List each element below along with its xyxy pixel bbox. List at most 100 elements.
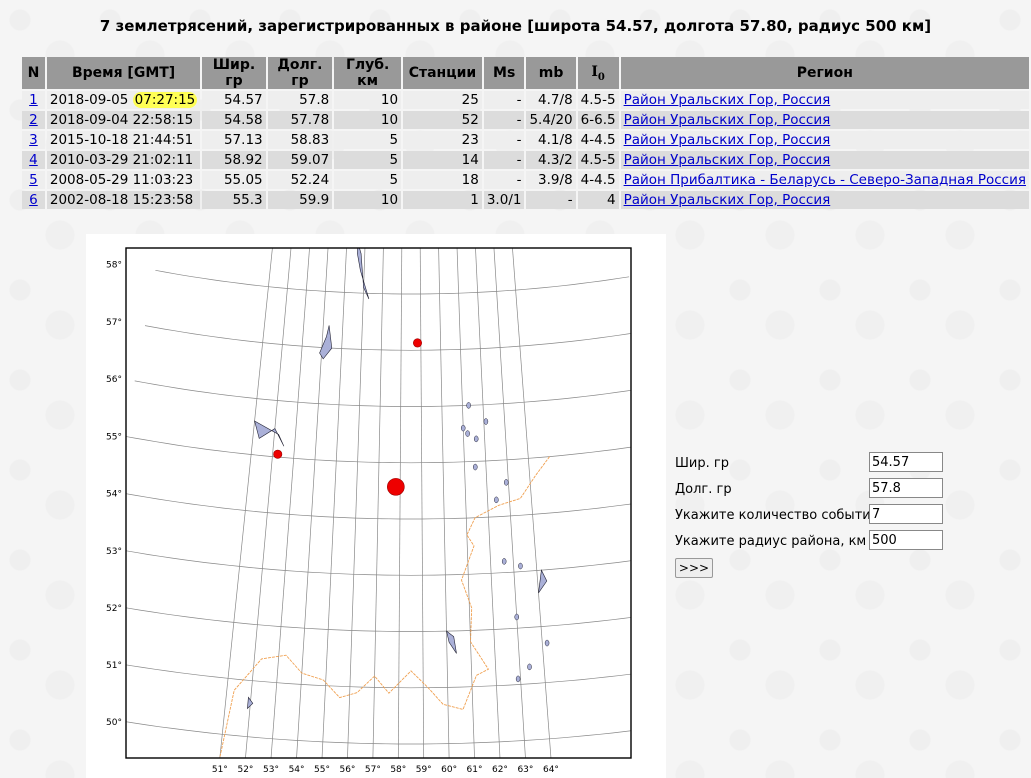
region-link[interactable]: Район Уральских Гор, Россия [624, 92, 831, 108]
cell-time: 2015-10-18 21:44:51 [46, 131, 201, 149]
lake [466, 402, 471, 409]
cell-n[interactable]: 3 [22, 131, 45, 149]
lon-tick-label: 60° [441, 765, 457, 775]
cell-lon: 58.83 [267, 131, 333, 149]
earthquake-marker [387, 478, 405, 496]
cell-time: 2018-09-05 07:27:15 [46, 91, 201, 109]
lon-tick-label: 52° [237, 765, 253, 775]
header-i0-subscript: 0 [597, 71, 605, 83]
header-i0: I0 [577, 57, 619, 89]
meridian-line [296, 248, 329, 758]
parallel-line [126, 721, 631, 745]
cell-region[interactable]: Район Уральских Гор, Россия [620, 91, 1029, 109]
meridian-line [475, 248, 501, 758]
water-body [538, 569, 548, 594]
event-link[interactable]: 4 [29, 152, 38, 168]
event-link[interactable]: 3 [29, 132, 38, 148]
table-row: 6 2002-08-18 15:23:58 55.3 59.9 10 1 3.0/1-4 Ра… [22, 191, 1029, 209]
cell-n[interactable]: 4 [22, 151, 45, 169]
header-time: Время [GMT] [46, 57, 201, 89]
lake [514, 613, 519, 621]
table-row: 3 2015-10-18 21:44:51 57.13 58.83 5 23-4.1/8 4… [22, 131, 1029, 149]
cell-lat: 58.92 [202, 151, 266, 169]
cell-lon: 59.07 [267, 151, 333, 169]
radius-input[interactable] [869, 530, 943, 550]
cell-n[interactable]: 1 [22, 91, 45, 109]
radius-label: Укажите радиус района, км [675, 534, 867, 549]
cell-region[interactable]: Район Уральских Гор, Россия [620, 131, 1029, 149]
lat-tick-label: 54° [106, 490, 122, 500]
cell-i0: 4.5-5 [577, 91, 619, 109]
cell-time: 2008-05-29 11:03:23 [46, 171, 201, 189]
count-input[interactable] [869, 504, 943, 524]
parallel-line [126, 493, 631, 520]
header-stations: Станции [403, 57, 482, 89]
cell-region[interactable]: Район Уральских Гор, Россия [620, 111, 1029, 129]
lat-label: Шир. гр [675, 456, 729, 471]
event-date: 2008-05-29 [49, 172, 129, 188]
parallel-line [126, 664, 631, 689]
lon-tick-label: 59° [416, 765, 432, 775]
meridian-line [438, 248, 450, 758]
meridian-line [456, 248, 475, 758]
lon-input[interactable] [869, 478, 943, 498]
event-map: 58° 57° 56° 55° 54° 53° 52° 51° 50° 51° 52° 53° 54° 5… [86, 234, 666, 778]
cell-region[interactable]: Район Уральских Гор, Россия [620, 151, 1029, 169]
cell-region[interactable]: Район Прибалтика - Беларусь - Северо-Зап… [620, 171, 1029, 189]
cell-mb: 5.4/20 [526, 111, 576, 129]
lon-label: Долг. гр [675, 482, 732, 497]
lon-tick-label: 51° [212, 765, 228, 775]
water-body [319, 325, 333, 360]
cell-n[interactable]: 5 [22, 171, 45, 189]
lon-tick-label: 58° [390, 765, 406, 775]
lon-tick-label: 64° [543, 765, 559, 775]
cell-stations: 18 [403, 171, 482, 189]
lat-tick-label: 55° [106, 432, 122, 442]
meridian-line [419, 248, 425, 758]
map-frame [125, 247, 632, 759]
cell-n[interactable]: 2 [22, 111, 45, 129]
parallel-line [144, 325, 631, 351]
cell-i0: 4-4.5 [577, 171, 619, 189]
event-link[interactable]: 6 [29, 192, 38, 208]
lon-tick-label: 54° [289, 765, 305, 775]
header-region: Регион [620, 57, 1029, 89]
cell-stations: 14 [403, 151, 482, 169]
meridian-line [397, 248, 403, 758]
event-link[interactable]: 5 [29, 172, 38, 188]
region-link[interactable]: Район Уральских Гор, Россия [624, 152, 831, 168]
region-link[interactable]: Район Прибалтика - Беларусь - Северо-Зап… [624, 172, 1026, 188]
region-link[interactable]: Район Уральских Гор, Россия [624, 192, 831, 208]
page-title: 7 землетрясений, зарегистрированных в ра… [99, 17, 932, 35]
lat-tick-label: 58° [106, 260, 122, 270]
region-link[interactable]: Район Уральских Гор, Россия [624, 132, 831, 148]
lon-tick-label: 56° [339, 765, 355, 775]
cell-mb: 3.9/8 [526, 171, 576, 189]
water-body [254, 420, 285, 447]
event-date: 2018-09-05 [49, 92, 129, 108]
cell-region[interactable]: Район Уральских Гор, Россия [620, 191, 1029, 209]
event-link[interactable]: 2 [29, 112, 38, 128]
cell-time: 2018-09-04 22:58:15 [46, 111, 201, 129]
event-link[interactable]: 1 [29, 92, 38, 108]
cell-mb: 4.7/8 [526, 91, 576, 109]
lat-input[interactable] [869, 452, 943, 472]
cell-lon: 57.8 [267, 91, 333, 109]
header-ms: Ms [483, 57, 525, 89]
cell-stations: 25 [403, 91, 482, 109]
event-time: 11:03:23 [132, 172, 194, 188]
count-label: Укажите количество событий [675, 508, 880, 523]
region-link[interactable]: Район Уральских Гор, Россия [624, 112, 831, 128]
parallel-line [134, 380, 631, 407]
cell-lon: 57.78 [267, 111, 333, 129]
lon-tick-label: 61° [467, 765, 483, 775]
table-row: 4 2010-03-29 21:02:11 58.92 59.07 5 14-4.3/2 4… [22, 151, 1029, 169]
cell-stations: 23 [403, 131, 482, 149]
events-table: N Время [GMT] Шир. гр Долг. гр Глуб. км … [20, 55, 1031, 211]
submit-button[interactable]: >>> [675, 558, 713, 578]
cell-n[interactable]: 6 [22, 191, 45, 209]
cell-i0: 4 [577, 191, 619, 209]
lon-tick-label: 57° [365, 765, 381, 775]
lake [465, 430, 470, 437]
cell-i0: 6-6.5 [577, 111, 619, 129]
